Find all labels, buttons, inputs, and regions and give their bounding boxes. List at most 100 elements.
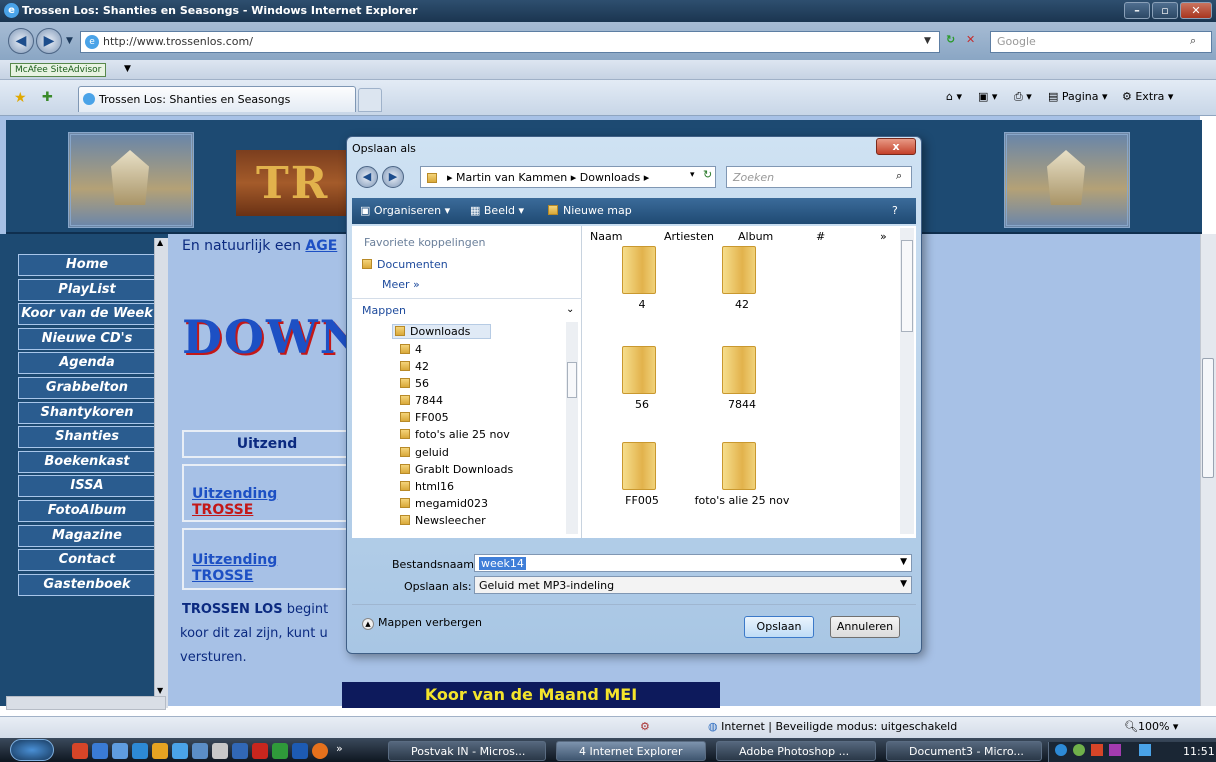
folders-header[interactable]: Mappen [362,304,406,317]
folders-collapse-icon[interactable]: ⌄ [566,304,574,315]
status-zone[interactable]: ◍ Internet | Beveiligde modus: uitgescha… [708,720,957,733]
uitzending-link-1[interactable]: Uitzending TROSSE [182,464,352,522]
tree-folder[interactable]: Newsleecher [400,512,513,529]
tree-folder[interactable]: 7844 [400,392,513,409]
quicklaunch-app4-icon[interactable] [232,743,248,759]
taskbar-photoshop[interactable]: Adobe Photoshop ... [716,741,876,761]
close-button[interactable]: ✕ [1180,2,1212,19]
mcafee-dropdown-icon[interactable]: ▼ [124,64,131,74]
menu-item-6[interactable]: Shantykoren [18,401,156,424]
menu-item-10[interactable]: FotoAlbum [18,499,156,522]
menu-item-4[interactable]: Agenda [18,352,156,375]
back-button[interactable]: ◀ [8,28,34,54]
more-link[interactable]: Meer » [382,278,420,291]
tree-downloads[interactable]: Downloads [392,324,492,339]
home-icon[interactable]: ⌂ ▾ [946,90,962,103]
stop-icon[interactable]: ✕ [966,33,984,51]
path-segment-downloads[interactable]: Downloads [580,171,640,184]
menu-item-1[interactable]: PlayList [18,278,156,301]
column-album[interactable]: Album [738,230,773,243]
tab-trossen-los[interactable]: Trossen Los: Shanties en Seasongs [78,86,356,112]
quicklaunch-app6-icon[interactable] [292,743,308,759]
filename-dropdown-icon[interactable]: ▼ [900,557,907,567]
left-scrollbar[interactable]: ▲ ▼ [154,238,168,708]
path-refresh-icon[interactable]: ↻ [703,168,712,181]
tray-app-icon[interactable] [1091,744,1103,756]
favorites-star-icon[interactable]: ★ [14,90,27,106]
organiseren-button[interactable]: ▣ Organiseren ▾ [360,204,450,217]
menu-item-13[interactable]: Gastenboek [18,573,156,596]
tree-folder[interactable]: html16 [400,478,513,495]
new-tab-button[interactable] [358,88,382,112]
quicklaunch-filezilla-icon[interactable] [252,743,268,759]
forward-button[interactable]: ▶ [36,28,62,54]
uitzending-link-2[interactable]: Uitzending TROSSE [182,528,352,590]
taskbar-document3[interactable]: Document3 - Micro... [886,741,1042,761]
menu-item-12[interactable]: Contact [18,549,156,572]
tree-folder[interactable]: geluid [400,444,513,461]
scroll-up-icon[interactable]: ▲ [157,238,163,247]
menu-item-0[interactable]: Home [18,254,156,276]
file-scrollbar[interactable] [900,228,914,534]
column-number[interactable]: # [816,230,825,243]
tray-volume-icon[interactable] [1139,744,1151,756]
address-dropdown-icon[interactable]: ▼ [924,36,931,46]
menu-item-3[interactable]: Nieuwe CD's [18,327,156,350]
save-button[interactable]: Opslaan [744,616,814,638]
savetype-dropdown-icon[interactable]: ▼ [900,579,907,589]
menu-item-7[interactable]: Shanties [18,426,156,449]
dialog-forward-button[interactable]: ▶ [382,166,404,188]
tree-folder[interactable]: FF005 [400,409,513,426]
menu-item-11[interactable]: Magazine [18,524,156,547]
quicklaunch-app7-icon[interactable] [312,743,328,759]
column-naam[interactable]: Naam [590,230,622,243]
tray-clock[interactable]: 11:51 [1183,745,1215,758]
mcafee-siteadvisor-button[interactable]: McAfee SiteAdvisor [10,63,107,77]
tree-folder[interactable]: 42 [400,358,513,375]
file-item[interactable]: 7844 [682,346,802,426]
quicklaunch-desktop-icon[interactable] [92,743,108,759]
tree-scrollbar[interactable] [566,322,578,534]
path-dropdown-icon[interactable]: ▾ [690,170,695,180]
file-scroll-thumb[interactable] [901,240,913,332]
start-button[interactable] [10,739,54,761]
filename-input[interactable]: week14 ▼ [474,554,912,572]
extra-menu[interactable]: ⚙ Extra ▾ [1122,90,1173,103]
dialog-path-bar[interactable]: ▸ Martin van Kammen ▸ Downloads ▸ [420,166,716,188]
menu-item-9[interactable]: ISSA [18,475,156,498]
quicklaunch-switch-icon[interactable] [112,743,128,759]
tray-network-icon[interactable] [1055,744,1067,756]
tray-media-icon[interactable] [1109,744,1121,756]
nieuwe-map-button[interactable]: Nieuwe map [548,204,632,217]
search-icon[interactable]: ⌕ [1190,34,1196,48]
tree-folder[interactable]: 4 [400,341,513,358]
taskbar-internet-explorer[interactable]: 4 Internet Explorer [556,741,706,761]
file-item[interactable]: foto's alie 25 nov [682,442,802,522]
scroll-down-icon[interactable]: ▼ [157,686,163,695]
tree-folder[interactable]: megamid023 [400,495,513,512]
file-item[interactable]: 42 [682,246,802,326]
maximize-button[interactable]: ▫ [1152,2,1178,19]
quicklaunch-more-icon[interactable]: » [336,742,343,755]
main-scroll-thumb[interactable] [1202,358,1214,478]
tree-folder[interactable]: foto's alie 25 nov [400,426,513,443]
add-favorite-icon[interactable]: ✚ [42,90,53,105]
left-horizontal-scrollbar[interactable] [6,696,166,710]
favorite-documenten[interactable]: Documenten [362,258,448,271]
quicklaunch-app1-icon[interactable] [172,743,188,759]
help-icon[interactable]: ? [892,204,898,217]
path-segment-user[interactable]: Martin van Kammen [456,171,567,184]
history-dropdown-icon[interactable]: ▼ [66,36,73,46]
dialog-search-input[interactable]: Zoeken [726,166,912,188]
tree-folder[interactable]: GrabIt Downloads [400,461,513,478]
feeds-icon[interactable]: ▣ ▾ [978,90,997,103]
search-input[interactable]: Google [990,31,1212,53]
dialog-back-button[interactable]: ◀ [356,166,378,188]
menu-item-5[interactable]: Grabbelton [18,376,156,399]
savetype-select[interactable]: Geluid met MP3-indeling ▼ [474,576,912,594]
main-scrollbar[interactable] [1200,234,1216,706]
more-columns-icon[interactable]: » [880,230,887,243]
print-icon[interactable]: ⎙ ▾ [1014,90,1032,104]
zoom-control[interactable]: 🔍︎100% ▾ [1124,720,1178,733]
hide-folders-button[interactable]: ▲ Mappen verbergen [362,616,482,630]
